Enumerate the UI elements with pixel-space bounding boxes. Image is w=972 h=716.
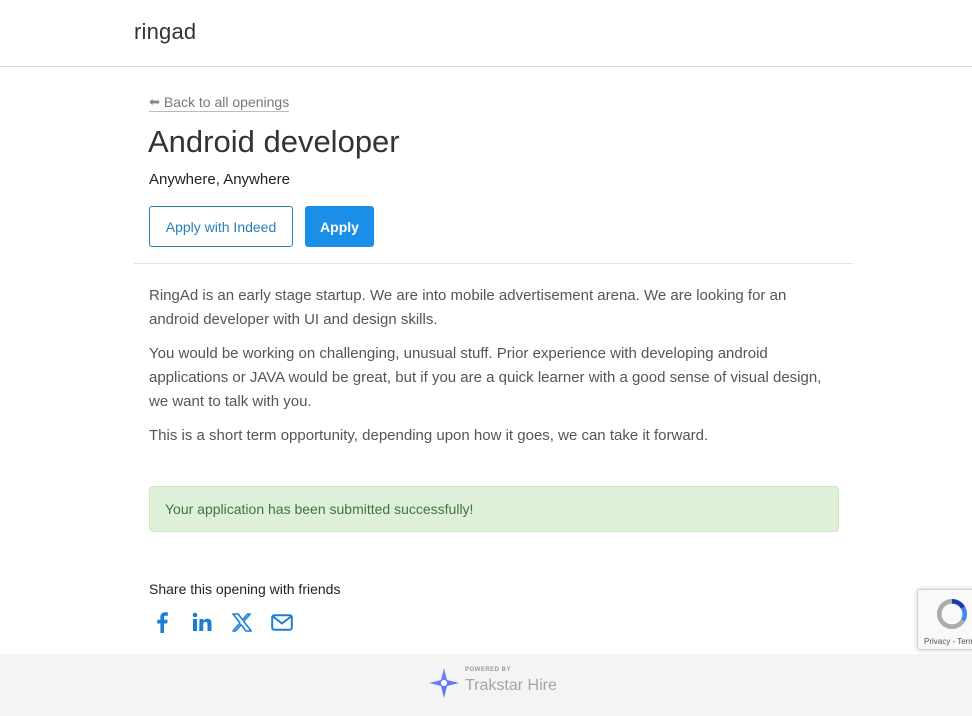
back-to-openings-link[interactable]: ⬅ Back to all openings	[149, 94, 290, 112]
job-description: RingAd is an early stage startup. We are…	[149, 284, 839, 458]
recaptcha-badge[interactable]: Privacy - Terms	[917, 589, 972, 650]
success-alert: Your application has been submitted succ…	[149, 486, 839, 532]
x-icon[interactable]	[229, 609, 255, 635]
powered-by-label: POWERED BY	[465, 667, 512, 673]
trakstar-logo-icon	[429, 668, 459, 698]
recaptcha-terms[interactable]: Privacy - Terms	[924, 637, 972, 646]
email-icon[interactable]	[269, 609, 295, 635]
brand-name[interactable]: ringad	[134, 19, 196, 45]
share-icons	[149, 609, 309, 635]
description-paragraph: This is a short term opportunity, depend…	[149, 427, 709, 444]
description-paragraph: RingAd is an early stage startup. We are…	[149, 287, 787, 328]
powered-by-trakstar[interactable]: POWERED BY Trakstar Hire	[427, 666, 557, 700]
back-link-label: Back to all openings	[163, 94, 290, 110]
page: ringad ⬅ Back to all openings Android de…	[0, 0, 972, 716]
share-title: Share this opening with friends	[149, 581, 341, 597]
facebook-icon[interactable]	[149, 609, 175, 635]
job-title: Android developer	[148, 124, 400, 159]
recaptcha-icon	[936, 599, 968, 630]
top-bar: ringad	[0, 0, 972, 67]
apply-with-indeed-button[interactable]: Apply with Indeed	[149, 206, 293, 247]
arrow-left-icon: ⬅	[149, 94, 160, 109]
success-message: Your application has been submitted succ…	[165, 501, 474, 517]
apply-button[interactable]: Apply	[305, 206, 374, 247]
linkedin-icon[interactable]	[189, 609, 215, 635]
job-location: Anywhere, Anywhere	[149, 171, 290, 188]
trakstar-hire-label: Trakstar Hire	[465, 677, 557, 694]
description-paragraph: You would be working on challenging, unu…	[149, 345, 822, 410]
divider	[134, 263, 853, 264]
